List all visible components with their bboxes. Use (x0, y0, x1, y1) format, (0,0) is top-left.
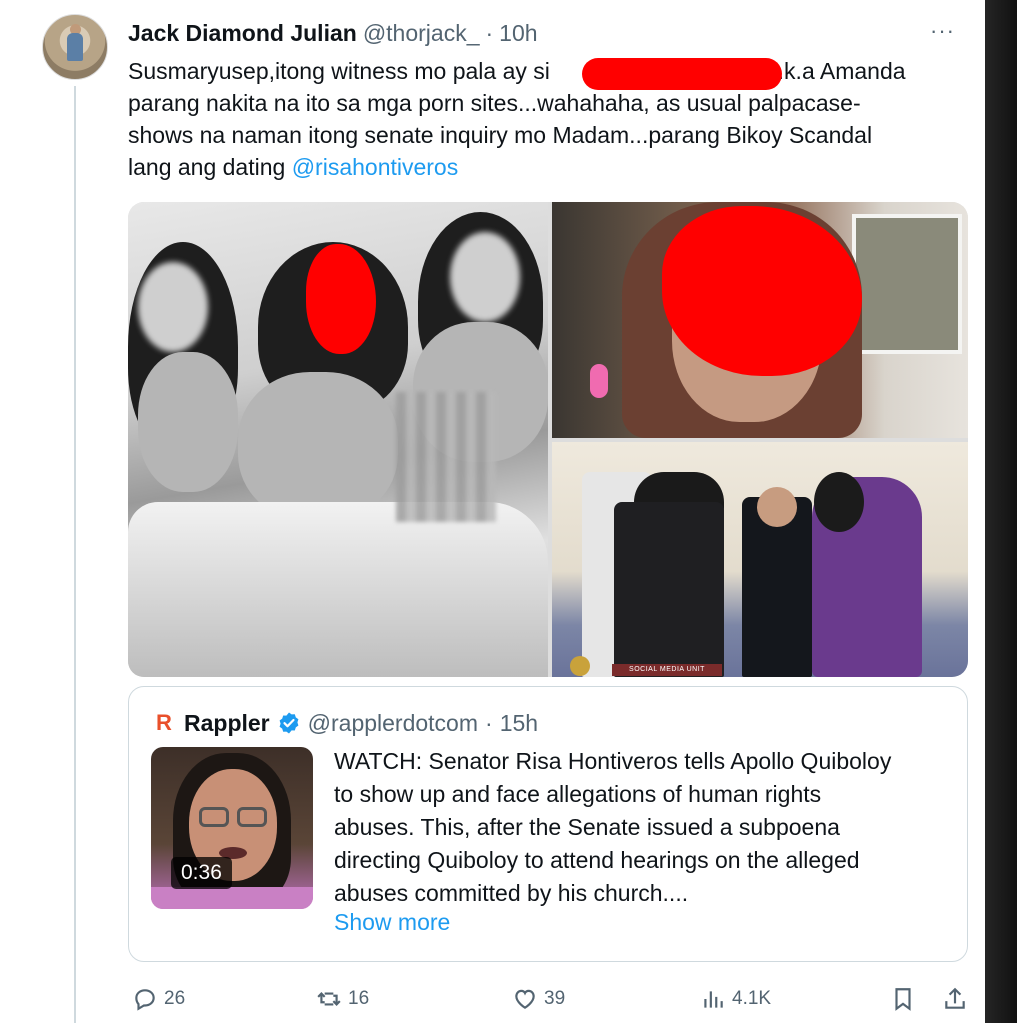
verified-badge-icon (279, 712, 299, 734)
share-button[interactable] (942, 986, 968, 1012)
photo-shape (138, 352, 238, 492)
photo-microphone (590, 364, 608, 398)
reply-button[interactable]: 26 (132, 986, 185, 1012)
tweet-text-line: Susmaryusep,itong witness mo pala ay si (128, 58, 550, 84)
tweet-text-line: parang nakita na ito sa mga porn sites..… (128, 90, 861, 116)
video-thumbnail[interactable]: 0:36 (151, 747, 313, 909)
author-name[interactable]: Jack Diamond Julian (128, 20, 357, 47)
more-options-icon[interactable]: ··· (930, 18, 955, 44)
quoted-timestamp[interactable]: 15h (500, 710, 538, 737)
thread-line (74, 86, 76, 1023)
bookmark-button[interactable] (890, 986, 916, 1012)
redaction-mark (306, 244, 376, 354)
seal-logo (570, 656, 590, 676)
views-button[interactable]: 4.1K (700, 986, 771, 1012)
views-icon (704, 991, 723, 1008)
like-count: 39 (544, 988, 566, 1009)
media-photo-top-right[interactable] (552, 202, 968, 438)
media-photo-left[interactable] (128, 202, 548, 677)
photo-blurred-face (450, 232, 520, 322)
repost-count: 16 (348, 988, 370, 1009)
thumb-glasses (199, 807, 229, 827)
redaction-mark (582, 58, 782, 90)
quoted-tweet-text: WATCH: Senator Risa Hontiveros tells Apo… (334, 745, 954, 910)
tweet-media-grid[interactable]: SOCIAL MEDIA UNIT (128, 202, 968, 677)
media-badge: SOCIAL MEDIA UNIT (612, 664, 722, 676)
tweet-timestamp[interactable]: 10h (499, 20, 537, 47)
views-count: 4.1K (732, 988, 772, 1009)
like-icon (515, 989, 535, 1009)
repost-button[interactable]: 16 (316, 986, 369, 1012)
tweet-text-line: lang ang dating (128, 154, 292, 180)
photo-hair (814, 472, 864, 532)
share-icon (945, 987, 965, 1009)
quoted-text-line: WATCH: Senator Risa Hontiveros tells Apo… (334, 748, 892, 774)
tweet-card[interactable]: Jack Diamond Julian @thorjack_ · 10h ···… (0, 0, 985, 1023)
avatar-figure (67, 33, 83, 61)
photo-censor-mosaic (396, 392, 496, 522)
reply-icon (135, 989, 155, 1011)
author-handle[interactable]: @thorjack_ (363, 20, 480, 47)
photo-face (757, 487, 797, 527)
photo-shape (238, 372, 398, 522)
author-avatar[interactable] (42, 14, 108, 80)
quoted-author-handle[interactable]: @rapplerdotcom (308, 710, 478, 737)
media-photo-bottom-right[interactable]: SOCIAL MEDIA UNIT (552, 442, 968, 677)
quoted-tweet-header: R Rappler @rapplerdotcom · 15h (151, 709, 538, 737)
show-more-link[interactable]: Show more (334, 909, 450, 936)
mention-link[interactable]: @risahontiveros (292, 154, 459, 180)
photo-sheet (128, 502, 548, 677)
quoted-text-line: to show up and face allegations of human… (334, 781, 822, 807)
reply-count: 26 (164, 988, 186, 1009)
photo-blurred-face (138, 262, 208, 352)
thumb-glasses (237, 807, 267, 827)
like-button[interactable]: 39 (512, 986, 565, 1012)
tweet-text-line: a.k.a Amanda (764, 58, 906, 84)
thumb-shape (151, 887, 313, 909)
photo-window (852, 214, 962, 354)
tweet-actions-bar: 26 16 39 4.1K (128, 982, 978, 1018)
quoted-author-name[interactable]: Rappler (184, 710, 270, 737)
video-duration-badge: 0:36 (171, 857, 232, 889)
repost-icon (317, 992, 341, 1006)
quoted-text-line: directing Quiboloy to attend hearings on… (334, 847, 860, 873)
quoted-text-line: abuses committed by his church.... (334, 880, 689, 906)
quoted-tweet[interactable]: R Rappler @rapplerdotcom · 15h 0:36 WATC… (128, 686, 968, 962)
tweet-header: Jack Diamond Julian @thorjack_ · 10h (128, 18, 538, 48)
tweet-text: Susmaryusep,itong witness mo pala ay si a… (128, 55, 958, 183)
photo-person (614, 502, 724, 677)
rappler-logo-icon: R (156, 710, 172, 735)
bookmark-icon (895, 988, 911, 1011)
separator-dot: · (485, 709, 493, 736)
separator-dot: · (485, 19, 494, 46)
quoted-text-line: abuses. This, after the Senate issued a … (334, 814, 840, 840)
tweet-text-line: shows na naman itong senate inquiry mo M… (128, 122, 873, 148)
